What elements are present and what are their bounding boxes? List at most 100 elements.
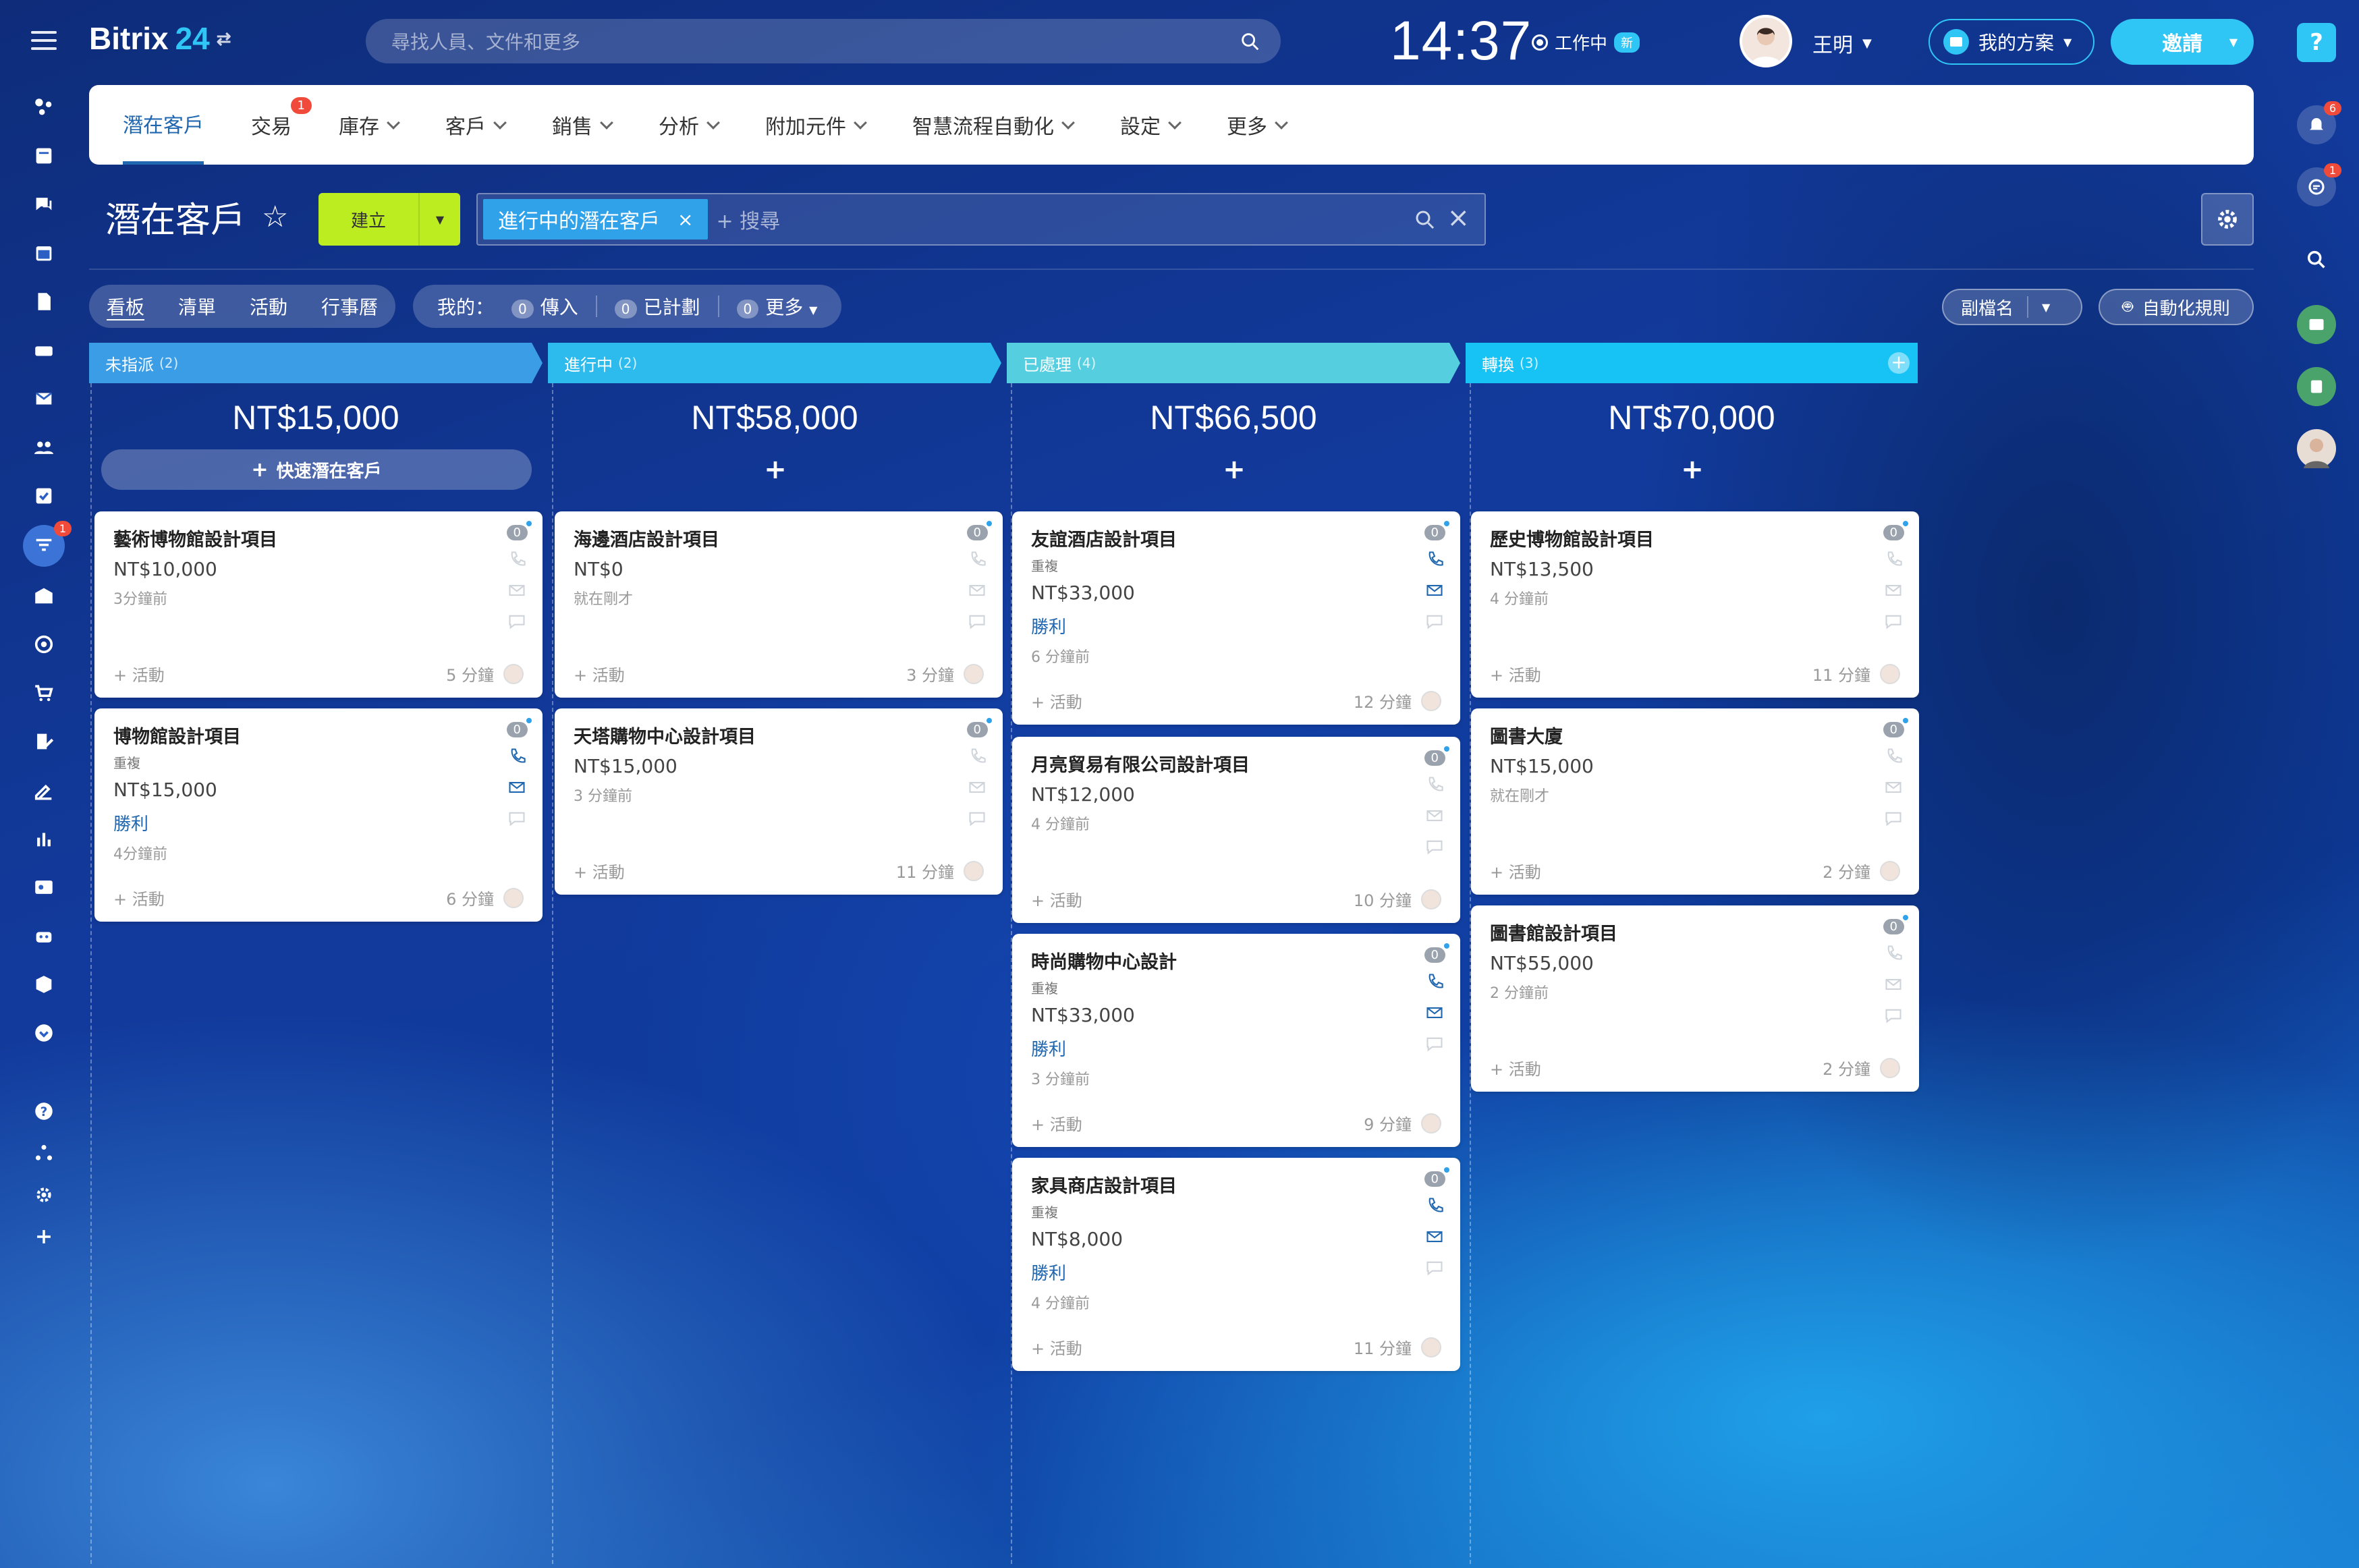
mail-icon[interactable] — [1424, 806, 1445, 828]
analytics-icon[interactable] — [28, 823, 59, 854]
responsible-avatar[interactable] — [964, 663, 984, 684]
star-icon[interactable]: ☆ — [262, 200, 288, 234]
responsible-avatar[interactable] — [503, 663, 524, 684]
store-icon[interactable] — [28, 580, 59, 611]
remove-filter-icon[interactable]: × — [677, 208, 693, 231]
add-activity-button[interactable]: + 活動 — [113, 662, 165, 685]
search-icon[interactable] — [2297, 240, 2336, 279]
mail-icon[interactable] — [28, 383, 59, 414]
box-icon[interactable] — [28, 969, 59, 1000]
global-search-input[interactable]: 尋找人員、文件和更多 — [366, 19, 1281, 63]
target-icon[interactable] — [28, 629, 59, 660]
mail-icon[interactable] — [1424, 1227, 1445, 1249]
card-title[interactable]: 博物館設計項目 — [113, 722, 524, 748]
filter-chip[interactable]: 進行中的潛在客戶 × — [483, 199, 709, 240]
add-activity-button[interactable]: + 活動 — [1031, 689, 1082, 712]
mail-icon[interactable] — [1424, 1003, 1445, 1025]
won-link[interactable]: 勝利 — [1031, 613, 1441, 638]
column-header[interactable]: 已處理 (4) — [1007, 343, 1460, 383]
user-avatar[interactable] — [1740, 15, 1792, 67]
search-icon[interactable] — [1413, 208, 1437, 232]
comment-icon[interactable] — [967, 612, 987, 634]
view-list[interactable]: 清單 — [178, 293, 216, 320]
phone-icon[interactable] — [507, 550, 527, 571]
settings-button[interactable] — [2201, 193, 2254, 246]
lead-card[interactable]: 海邊酒店設計項目 NT$0 就在剛才 0 + 活動 3 分鐘 — [555, 511, 1003, 698]
lead-card[interactable]: 博物館設計項目 重複 NT$15,000 勝利 4分鐘前 0 + 活動 6 分鐘 — [94, 708, 543, 922]
notifications-icon[interactable]: 6 — [2297, 101, 2341, 144]
view-calendar[interactable]: 行事曆 — [321, 293, 378, 320]
responsible-avatar[interactable] — [964, 860, 984, 881]
automation-rules-button[interactable]: 🤖︎ 自動化規則 — [2099, 289, 2254, 325]
add-activity-button[interactable]: + 活動 — [1031, 887, 1082, 911]
card-title[interactable]: 圖書館設計項目 — [1490, 919, 1900, 945]
menu-toggle-icon[interactable] — [31, 31, 57, 50]
comment-icon[interactable] — [1883, 809, 1904, 831]
phone-icon[interactable] — [1883, 550, 1904, 571]
settings-gear-icon[interactable] — [28, 1179, 59, 1210]
add-activity-button[interactable]: + 活動 — [1490, 662, 1541, 685]
drive-icon[interactable] — [28, 335, 59, 366]
responsible-avatar[interactable] — [1421, 690, 1441, 711]
card-title[interactable]: 時尚購物中心設計 — [1031, 947, 1441, 974]
lead-card[interactable]: 友誼酒店設計項目 重複 NT$33,000 勝利 6 分鐘前 0 + 活動 12 分鐘 — [1012, 511, 1460, 725]
cart-icon[interactable] — [28, 677, 59, 708]
won-link[interactable]: 勝利 — [1031, 1260, 1441, 1285]
lead-card[interactable]: 圖書大廈 NT$15,000 就在剛才 0 + 活動 2 分鐘 — [1471, 708, 1919, 895]
tab-settings[interactable]: 設定 — [1120, 85, 1182, 165]
won-link[interactable]: 勝利 — [113, 810, 524, 835]
quick-add-lead-button[interactable]: + 快速潛在客戶 — [101, 449, 532, 490]
mail-icon[interactable] — [967, 581, 987, 603]
tab-automation[interactable]: 智慧流程自動化 — [912, 85, 1075, 165]
card-title[interactable]: 月亮貿易有限公司設計項目 — [1031, 750, 1441, 777]
column-header[interactable]: 轉換 (3) + — [1466, 343, 1918, 383]
add-activity-button[interactable]: + 活動 — [1031, 1111, 1082, 1135]
add-activity-button[interactable]: + 活動 — [1031, 1335, 1082, 1359]
app-logo[interactable]: Bitrix 24 ⇄ — [89, 20, 231, 57]
phone-icon[interactable] — [1424, 550, 1445, 571]
card-title[interactable]: 圖書大廈 — [1490, 722, 1900, 748]
tab-addons[interactable]: 附加元件 — [765, 85, 867, 165]
switch-icon[interactable]: ⇄ — [217, 28, 231, 49]
mail-icon[interactable] — [967, 778, 987, 800]
mail-icon[interactable] — [1883, 581, 1904, 603]
phone-icon[interactable] — [1424, 775, 1445, 797]
extension-button[interactable]: 副檔名 ▼ — [1942, 289, 2082, 325]
crm-funnel-icon[interactable]: 1 — [23, 521, 72, 567]
card-title[interactable]: 歷史博物館設計項目 — [1490, 525, 1900, 551]
mail-icon[interactable] — [507, 778, 527, 800]
contact-card-icon[interactable] — [2297, 305, 2336, 344]
comment-icon[interactable] — [1883, 612, 1904, 634]
phone-icon[interactable] — [1883, 747, 1904, 768]
comment-icon[interactable] — [1424, 612, 1445, 634]
calendar-icon[interactable] — [28, 237, 59, 269]
column-header[interactable]: 未指派 (2) — [89, 343, 543, 383]
responsible-avatar[interactable] — [1421, 1337, 1441, 1357]
tab-inventory[interactable]: 庫存 — [339, 85, 400, 165]
user-menu[interactable]: 王明 ▼ — [1812, 28, 1872, 58]
add-icon[interactable] — [28, 1221, 59, 1252]
chat-bubble-icon[interactable]: 1 — [2297, 163, 2341, 206]
search-icon[interactable] — [1239, 30, 1262, 53]
mail-icon[interactable] — [1883, 975, 1904, 997]
add-stage-icon[interactable]: + — [1888, 352, 1910, 374]
lead-card[interactable]: 藝術博物館設計項目 NT$10,000 3分鐘前 0 + 活動 5 分鐘 — [94, 511, 543, 698]
contacts-icon[interactable] — [28, 432, 59, 463]
filter-incoming[interactable]: 0 傳入 — [511, 293, 578, 320]
colleague-avatar[interactable] — [2297, 429, 2336, 468]
responsible-avatar[interactable] — [1880, 860, 1900, 881]
comment-icon[interactable] — [1424, 1258, 1445, 1280]
lead-card[interactable]: 月亮貿易有限公司設計項目 NT$12,000 4 分鐘前 0 + 活動 10 分鐘 — [1012, 737, 1460, 923]
filter-planned[interactable]: 0 已計劃 — [614, 293, 700, 320]
chevron-down-icon[interactable]: ▼ — [418, 193, 460, 246]
tasks-icon[interactable] — [28, 480, 59, 511]
responsible-avatar[interactable] — [1880, 663, 1900, 684]
notepad-icon[interactable] — [2297, 367, 2336, 406]
comment-icon[interactable] — [507, 612, 527, 634]
lead-card[interactable]: 時尚購物中心設計 重複 NT$33,000 勝利 3 分鐘前 0 + 活動 9 分鐘 — [1012, 934, 1460, 1147]
responsible-avatar[interactable] — [1421, 889, 1441, 909]
tab-leads[interactable]: 潛在客戶 — [123, 85, 204, 165]
won-link[interactable]: 勝利 — [1031, 1036, 1441, 1061]
card-title[interactable]: 海邊酒店設計項目 — [574, 525, 984, 551]
create-button[interactable]: 建立 ▼ — [318, 193, 460, 246]
